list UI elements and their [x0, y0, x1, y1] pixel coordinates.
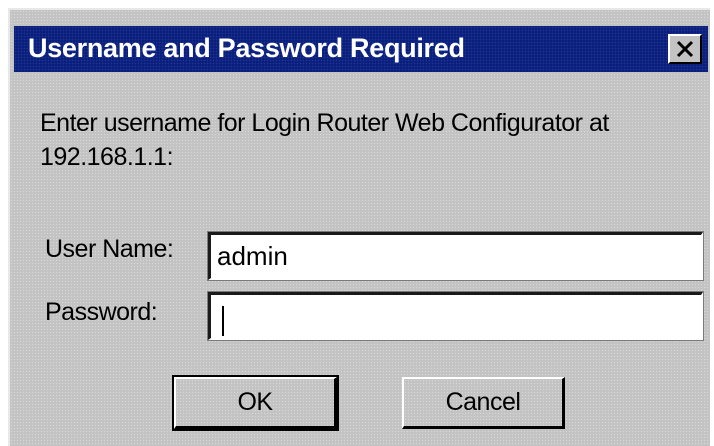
text-caret	[222, 306, 224, 336]
prompt-message: Enter username for Login Router Web Conf…	[40, 106, 700, 174]
dialog-title: Username and Password Required	[28, 33, 465, 63]
username-label: User Name:	[45, 235, 174, 263]
login-dialog: Username and Password Required Enter use…	[8, 8, 710, 446]
title-bar[interactable]: Username and Password Required	[14, 26, 708, 72]
cancel-button[interactable]: Cancel	[402, 377, 565, 429]
username-input[interactable]	[207, 231, 704, 281]
ok-button[interactable]: OK	[172, 375, 339, 431]
password-input[interactable]	[207, 291, 704, 341]
close-button[interactable]	[668, 34, 702, 64]
password-label: Password:	[45, 298, 158, 326]
close-icon	[676, 40, 694, 58]
prompt-line-2: 192.168.1.1:	[40, 143, 174, 171]
prompt-line-1: Enter username for Login Router Web Conf…	[40, 109, 609, 137]
